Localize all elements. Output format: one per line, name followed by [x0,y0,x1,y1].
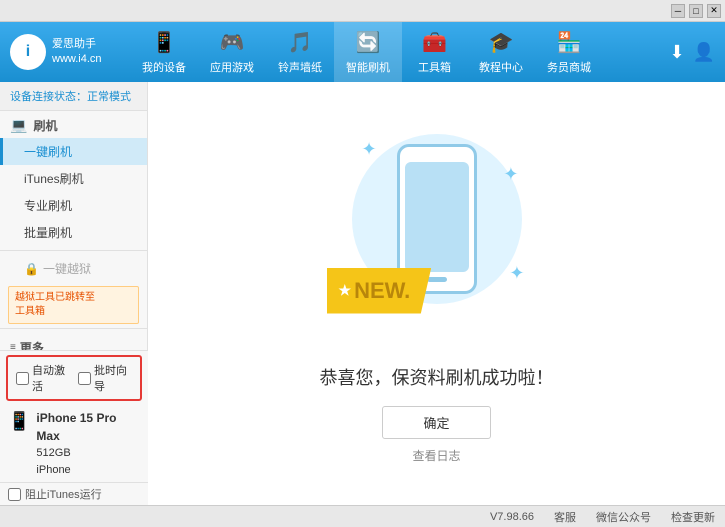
statusbar-items: 客服 微信公众号 检查更新 [554,509,715,525]
nav-apps[interactable]: 🎮 应用游戏 [198,22,266,82]
sparkle-icon-2: ✦ [503,164,518,185]
device-storage: 512GB [36,445,140,462]
header: i 爱思助手 www.i4.cn 📱 我的设备 🎮 应用游戏 🎵 铃声墙纸 🔄 … [0,22,725,82]
success-illustration: NEW. ✦ ✦ ✦ [337,124,537,344]
nav-right-icons: ⬇ 👤 [669,42,725,63]
block-itunes-checkbox[interactable] [8,488,21,501]
apps-icon: 🎮 [220,30,245,55]
statusbar-check-update[interactable]: 检查更新 [671,509,715,525]
sidebar-jailbreak-warning: 越狱工具已跳转至工具箱 [8,286,139,324]
device-type: iPhone [36,462,140,479]
sidebar-item-one-key-flash[interactable]: 一键刷机 [0,138,147,165]
smart-flash-icon: 🔄 [356,30,381,55]
store-icon: 🏪 [557,30,582,55]
nav-tutorial[interactable]: 🎓 教程中心 [467,22,535,82]
itunes-bar: 阻止iTunes运行 [0,482,148,505]
titlebar: ─ □ ✕ [0,0,725,22]
close-btn[interactable]: ✕ [707,4,721,18]
logo-text: 爱思助手 www.i4.cn [52,37,102,68]
content-area: NEW. ✦ ✦ ✦ 恭喜您，保资料刷机成功啦！ 确定 查看日志 [148,82,725,505]
device-phone-icon: 📱 [8,411,30,432]
device-info: 📱 iPhone 15 Pro Max 512GB iPhone [0,405,148,482]
sidebar-divider-2 [0,328,147,329]
itunes-label: 阻止iTunes运行 [25,486,102,502]
logo-icon: i [10,34,46,70]
view-log-link[interactable]: 查看日志 [412,447,460,464]
statusbar-wechat[interactable]: 微信公众号 [596,509,651,525]
minimize-btn[interactable]: ─ [671,4,685,18]
lock-icon: 🔒 [24,262,39,276]
flash-section-header: 💻 刷机 [0,111,147,138]
guided-activation-label[interactable]: 批时向导 [78,362,132,394]
sidebar-item-itunes-flash[interactable]: iTunes刷机 [0,165,147,192]
sparkle-icon-3: ✦ [509,263,524,284]
device-details: iPhone 15 Pro Max 512GB iPhone [36,409,140,478]
new-banner: NEW. [327,268,432,314]
sidebar-item-pro-flash[interactable]: 专业刷机 [0,192,147,219]
flash-section-icon: 💻 [10,117,27,134]
auto-activate-label[interactable]: 自动激活 [16,362,70,394]
ringtone-icon: 🎵 [288,30,313,55]
sidebar-item-batch-flash[interactable]: 批量刷机 [0,219,147,246]
nav-toolbox[interactable]: 🧰 工具箱 [402,22,467,82]
sparkle-icon-1: ✦ [362,139,377,160]
logo-area: i 爱思助手 www.i4.cn [0,22,130,82]
nav-store[interactable]: 🏪 务员商城 [535,22,603,82]
auto-actions-container: 自动激活 批时向导 [6,355,142,401]
success-title: 恭喜您，保资料刷机成功啦！ [320,364,554,390]
phone-screen [405,162,469,272]
sidebar-disabled-jailbreak: 🔒 一键越狱 [0,255,147,282]
statusbar: V7.98.66 客服 微信公众号 检查更新 [0,505,725,527]
connection-status: 设备连接状态：正常模式 [0,82,147,111]
nav-my-device[interactable]: 📱 我的设备 [130,22,198,82]
sidebar-bottom: 自动激活 批时向导 📱 iPhone 15 Pro Max 512GB iPho… [0,350,148,505]
nav-bar: 📱 我的设备 🎮 应用游戏 🎵 铃声墙纸 🔄 智能刷机 🧰 工具箱 🎓 教程中心… [130,22,669,82]
nav-smart-flash[interactable]: 🔄 智能刷机 [334,22,402,82]
maximize-btn[interactable]: □ [689,4,703,18]
user-icon[interactable]: 👤 [693,42,715,63]
phone-home-btn [427,277,447,282]
tutorial-icon: 🎓 [489,30,514,55]
nav-ringtone[interactable]: 🎵 铃声墙纸 [266,22,334,82]
download-icon[interactable]: ⬇ [669,42,684,63]
version-label: V7.98.66 [490,511,534,523]
statusbar-customer-service[interactable]: 客服 [554,509,576,525]
guided-activation-checkbox[interactable] [78,372,91,385]
auto-activate-checkbox[interactable] [16,372,29,385]
sidebar-divider-1 [0,250,147,251]
confirm-button[interactable]: 确定 [382,406,490,439]
toolbox-icon: 🧰 [422,30,447,55]
device-name: iPhone 15 Pro Max [36,409,140,445]
my-device-icon: 📱 [152,30,177,55]
